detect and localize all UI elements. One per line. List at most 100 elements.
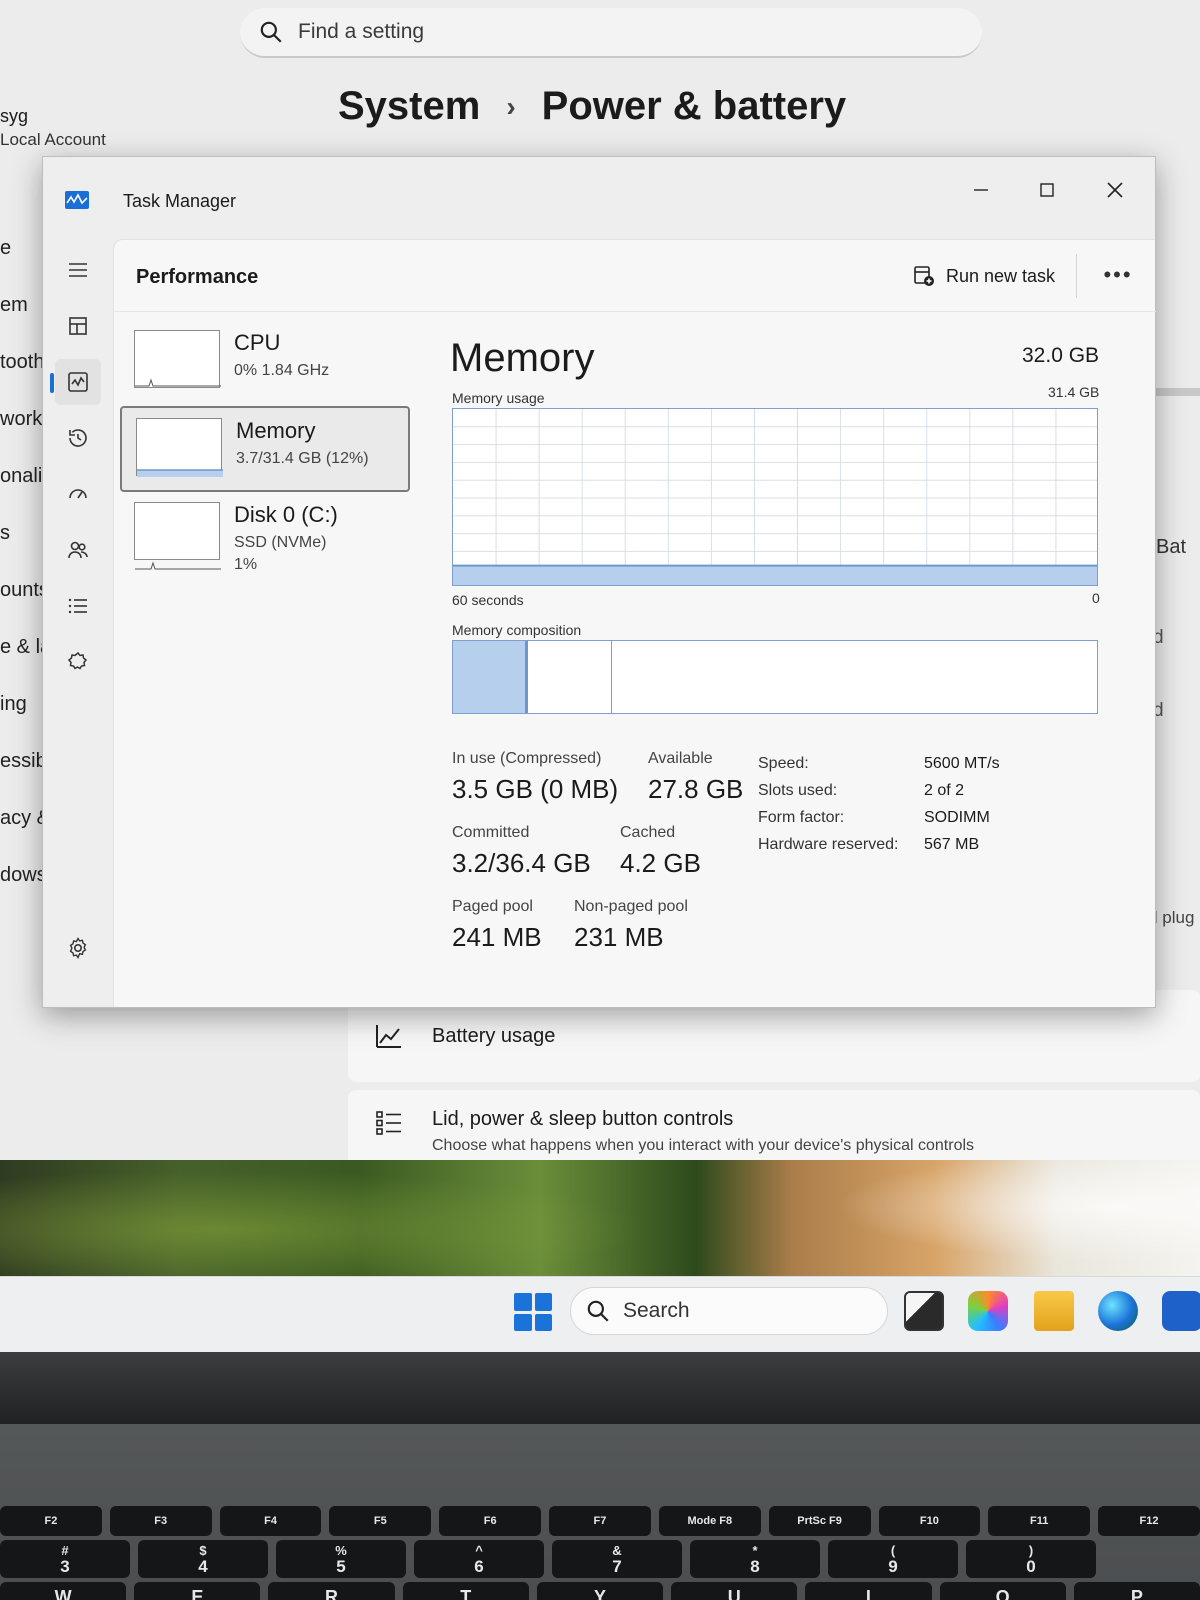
run-new-task-button[interactable]: Run new task — [904, 256, 1063, 296]
device-disk[interactable]: Disk 0 (C:) SSD (NVMe) 1% — [120, 492, 410, 578]
spec-key: Speed: — [758, 754, 809, 772]
account-type: Local Account — [0, 130, 106, 149]
settings-nav-item[interactable]: work — [0, 391, 44, 448]
letter-key: P — [1073, 1582, 1200, 1600]
close-button[interactable] — [1091, 173, 1139, 207]
spec-value: 5600 MT/s — [924, 754, 1000, 772]
account-name: syg — [0, 106, 29, 126]
performance-nav-button[interactable] — [50, 359, 101, 405]
title-bar[interactable]: Task Manager — [43, 157, 1155, 233]
composition-modified[interactable] — [528, 641, 613, 713]
minimize-icon — [974, 189, 988, 191]
settings-nav-button[interactable] — [55, 925, 101, 971]
function-key: Mode F8 — [658, 1506, 761, 1536]
store-icon[interactable] — [1162, 1291, 1200, 1331]
spec-value: 2 of 2 — [924, 781, 965, 799]
screen: Find a setting syg Local Account System … — [0, 0, 1200, 1352]
composition-standby-free[interactable] — [612, 641, 1097, 713]
windows-start-icon[interactable] — [514, 1293, 552, 1331]
performance-page: Performance Run new task ••• CPU 0% 1.84… — [113, 239, 1156, 1007]
tv-app-icon[interactable] — [904, 1291, 944, 1331]
number-key: % 5 — [276, 1540, 406, 1578]
composition-in-use[interactable] — [453, 641, 529, 713]
close-icon — [1107, 182, 1123, 198]
settings-nav-item[interactable]: tooth — [0, 334, 44, 391]
hamburger-menu-button[interactable] — [55, 247, 101, 293]
stat-value: 3.2/36.4 GB — [452, 848, 591, 878]
device-cpu[interactable]: CPU 0% 1.84 GHz — [120, 320, 410, 406]
stat-label: Non-paged pool — [574, 898, 688, 915]
letter-key: U — [671, 1582, 798, 1600]
details-nav-button[interactable] — [55, 583, 101, 629]
stat-in-use: In use (Compressed) 3.5 GB (0 MB) — [452, 750, 618, 805]
key-label: 0 — [1026, 1557, 1036, 1576]
minimize-button[interactable] — [957, 173, 1005, 207]
number-key: ^ 6 — [414, 1540, 544, 1578]
settings-scrollbar[interactable] — [1152, 388, 1200, 396]
page-header: Performance Run new task ••• — [114, 240, 1156, 312]
stat-label: Committed — [452, 824, 530, 841]
number-key: $4 — [138, 1540, 268, 1578]
settings-nav-item[interactable]: onali — [0, 448, 44, 505]
laptop-bezel — [0, 1352, 1200, 1424]
window-title: Task Manager — [123, 191, 237, 211]
settings-nav-item[interactable]: e — [0, 220, 44, 277]
function-key: F6 — [439, 1506, 542, 1536]
lid-power-card[interactable]: Lid, power & sleep button controls Choos… — [348, 1090, 1200, 1170]
run-new-task-label: Run new task — [946, 265, 1056, 286]
settings-nav-item[interactable]: ing — [0, 676, 44, 733]
search-icon — [587, 1300, 609, 1322]
maximize-button[interactable] — [1023, 173, 1071, 207]
function-key: F4 — [219, 1506, 322, 1536]
device-stats: SSD (NVMe) 1% — [234, 532, 326, 576]
stat-cached: Cached 4.2 GB — [620, 824, 701, 879]
key-label: 9 — [888, 1557, 898, 1576]
settings-nav-item[interactable]: s — [0, 505, 44, 562]
spec-key: Hardware reserved: — [758, 835, 899, 853]
stat-label: Available — [648, 750, 713, 767]
function-key-row: F2 F3 F4 F5 F6 F7 Mode F8 PrtSc F9 F10 F11 F12 — [0, 1506, 1200, 1536]
settings-right-text: il plug — [1150, 908, 1195, 927]
settings-nav-item[interactable]: ounts — [0, 562, 44, 619]
users-nav-button[interactable] — [55, 527, 101, 573]
memory-usage-graph — [452, 408, 1098, 586]
settings-nav: e em tooth work onali s ounts e & la ing… — [0, 220, 44, 904]
stat-available: Available 27.8 GB — [648, 750, 743, 805]
settings-nav-item[interactable]: em — [0, 277, 44, 334]
device-memory[interactable]: Memory 3.7/31.4 GB (12%) — [120, 406, 410, 492]
settings-nav-item[interactable]: acy & — [0, 790, 44, 847]
services-nav-button[interactable] — [55, 639, 101, 685]
taskbar-search-box[interactable]: Search — [570, 1287, 888, 1335]
gear-icon — [69, 937, 87, 959]
memory-composition-bar — [452, 640, 1098, 714]
spec-row: Speed: 5600 MT/s — [758, 750, 1000, 777]
file-explorer-icon[interactable] — [1034, 1291, 1074, 1331]
app-history-nav-button[interactable] — [55, 415, 101, 461]
edge-icon[interactable] — [1098, 1291, 1138, 1331]
memory-composition-label: Memory composition — [452, 622, 582, 638]
more-options-button[interactable]: ••• — [1100, 260, 1136, 290]
processes-nav-button[interactable] — [55, 303, 101, 349]
disk-usage: 1% — [234, 556, 258, 573]
usage-area — [453, 565, 1097, 585]
settings-nav-item[interactable]: dows — [0, 847, 44, 904]
key-label: 7 — [612, 1557, 622, 1576]
startup-apps-nav-button[interactable] — [55, 471, 101, 517]
key-label: 8 — [750, 1557, 760, 1576]
breadcrumb-system[interactable]: System — [338, 84, 480, 129]
stat-value: 241 MB — [452, 922, 542, 952]
hamburger-icon — [69, 263, 87, 277]
copilot-icon[interactable] — [968, 1291, 1008, 1331]
number-key: * 8 — [690, 1540, 820, 1578]
settings-nav-item[interactable]: e & la — [0, 619, 44, 676]
more-icon: ••• — [1103, 262, 1133, 287]
run-task-icon — [914, 266, 934, 286]
maximize-icon — [1040, 183, 1054, 197]
letter-key-row: WERTYUIOP — [0, 1582, 1200, 1600]
performance-icon — [68, 372, 88, 392]
settings-search-box[interactable]: Find a setting — [240, 8, 982, 58]
settings-nav-item[interactable]: essibi — [0, 733, 44, 790]
stat-paged-pool: Paged pool 241 MB — [452, 898, 542, 953]
task-manager-window: Task Manager Performance Run new task ••… — [42, 156, 1156, 1008]
disk-type: SSD (NVMe) — [234, 534, 327, 551]
